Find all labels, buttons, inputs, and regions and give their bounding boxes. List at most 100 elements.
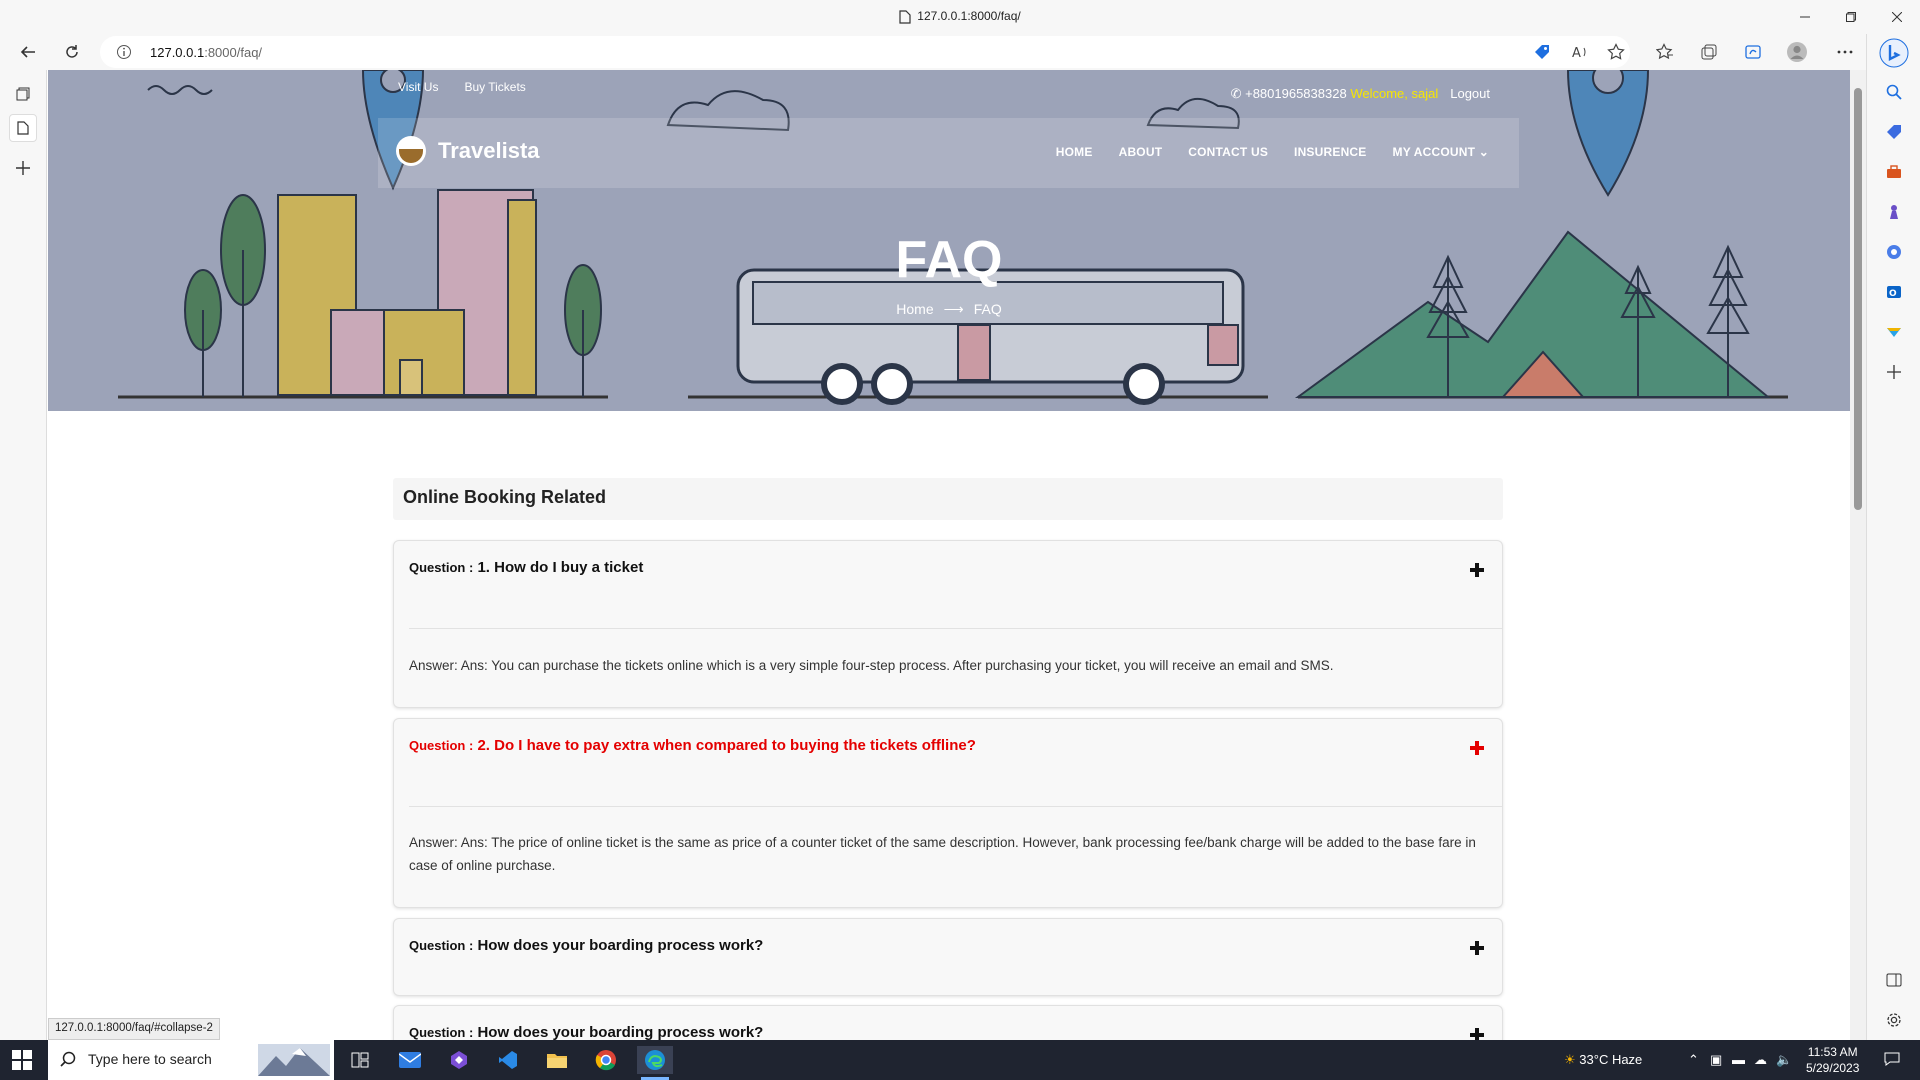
brand-logo[interactable]: Travelista <box>396 136 540 166</box>
more-options-icon[interactable] <box>1833 40 1857 64</box>
notifications-icon[interactable] <box>1884 1052 1900 1066</box>
breadcrumb-current: FAQ <box>973 301 1002 317</box>
sidebar-hide-icon[interactable] <box>1882 968 1906 992</box>
sidebar-office-icon[interactable] <box>1882 240 1906 264</box>
sidebar-shopping-icon[interactable] <box>1882 120 1906 144</box>
question-label: Question : <box>409 938 474 953</box>
expand-plus-icon[interactable] <box>1470 741 1484 755</box>
clock-date: 5/29/2023 <box>1806 1061 1860 1075</box>
mail-app-icon[interactable] <box>392 1046 428 1074</box>
network-icon[interactable]: ▣ <box>1710 1052 1722 1068</box>
question-text: 1. How do I buy a ticket <box>477 559 644 576</box>
close-window-button[interactable] <box>1874 0 1920 34</box>
site-info-icon[interactable] <box>116 44 132 60</box>
logout-link[interactable]: Logout <box>1450 86 1490 102</box>
visit-us-link[interactable]: Visit Us <box>398 80 438 94</box>
onedrive-icon[interactable]: ☁ <box>1754 1052 1767 1068</box>
bing-copilot-icon[interactable] <box>1879 38 1909 68</box>
edge-app-icon[interactable] <box>637 1046 673 1080</box>
faq-item-4: Question : How does your boarding proces… <box>393 1005 1503 1040</box>
sidebar-search-icon[interactable] <box>1882 80 1906 104</box>
sidebar-outlook-icon[interactable]: O <box>1882 280 1906 304</box>
question-text: How does your boarding process work? <box>477 937 764 954</box>
faq-item-1: Question : 1. How do I buy a ticket Answ… <box>393 540 1503 708</box>
url-text: 127.0.0.1:8000/faq/ <box>150 45 263 60</box>
faq-item-3: Question : How does your boarding proces… <box>393 918 1503 996</box>
svg-text:A: A <box>1572 46 1581 61</box>
active-tab-page-icon[interactable] <box>9 114 37 142</box>
question-text: How does your boarding process work? <box>477 1024 764 1040</box>
faq-section-title: Online Booking Related <box>403 487 607 507</box>
visual-studio-icon[interactable] <box>441 1046 477 1074</box>
file-explorer-icon[interactable] <box>539 1046 575 1074</box>
new-tab-plus-icon[interactable] <box>9 154 37 182</box>
nav-insurence[interactable]: INSURENCE <box>1294 145 1366 159</box>
add-favorite-icon[interactable] <box>1604 40 1628 64</box>
page-scrollbar[interactable] <box>1850 70 1866 1040</box>
volume-icon[interactable]: 🔈 <box>1776 1052 1792 1068</box>
chevron-down-icon: ⌄ <box>1478 145 1489 159</box>
faq-question-2[interactable]: Question : 2. Do I have to pay extra whe… <box>409 737 976 754</box>
minimize-button[interactable] <box>1782 0 1828 34</box>
sidebar-games-icon[interactable] <box>1882 200 1906 224</box>
nav-my-account[interactable]: MY ACCOUNT ⌄ <box>1393 145 1489 159</box>
meet-now-icon[interactable]: ▬ <box>1732 1052 1745 1067</box>
weather-text: 33°C Haze <box>1579 1052 1643 1067</box>
address-bar[interactable]: 127.0.0.1:8000/faq/ <box>100 36 1630 68</box>
refresh-button[interactable] <box>58 38 86 66</box>
faq-section-header: Online Booking Related <box>393 478 1503 520</box>
faq-question-4[interactable]: Question : How does your boarding proces… <box>409 1024 763 1040</box>
svg-text:O: O <box>1889 289 1897 299</box>
system-clock[interactable]: 11:53 AM 5/29/2023 <box>1806 1044 1859 1076</box>
sidebar-tools-icon[interactable] <box>1882 160 1906 184</box>
buy-tickets-link[interactable]: Buy Tickets <box>464 80 525 94</box>
windows-start-icon[interactable] <box>12 1050 32 1070</box>
window-title: 127.0.0.1:8000/faq/ <box>0 9 1920 24</box>
nav-menu: HOME ABOUT CONTACT US INSURENCE MY ACCOU… <box>1056 145 1489 159</box>
read-aloud-icon[interactable]: A <box>1568 40 1592 64</box>
faq-question-1[interactable]: Question : 1. How do I buy a ticket <box>409 559 643 576</box>
expand-plus-icon[interactable] <box>1470 563 1484 577</box>
address-toolbar: 127.0.0.1:8000/faq/ A <box>0 34 1920 70</box>
edge-sidebar: O <box>1866 34 1920 1040</box>
chrome-icon[interactable] <box>588 1046 624 1074</box>
phone-icon: ✆ <box>1230 86 1242 101</box>
nav-about[interactable]: ABOUT <box>1119 145 1163 159</box>
sidebar-drop-icon[interactable] <box>1882 320 1906 344</box>
restore-button[interactable] <box>1828 0 1874 34</box>
search-icon <box>60 1051 76 1067</box>
faq-answer-1: Answer: Ans: You can purchase the ticket… <box>409 658 1334 673</box>
tab-actions-icon[interactable] <box>9 80 37 108</box>
back-button[interactable] <box>14 38 42 66</box>
breadcrumb-home[interactable]: Home <box>896 301 933 317</box>
question-text: 2. Do I have to pay extra when compared … <box>477 737 976 754</box>
tag-icon[interactable] <box>1530 40 1554 64</box>
faq-question-3[interactable]: Question : How does your boarding proces… <box>409 937 763 954</box>
expand-plus-icon[interactable] <box>1470 941 1484 955</box>
edge-feature-icon[interactable] <box>1741 40 1765 64</box>
task-view-icon[interactable] <box>342 1046 378 1074</box>
question-label: Question : <box>409 738 474 753</box>
welcome-text: Welcome, sajal <box>1350 86 1439 101</box>
collections-icon[interactable] <box>1697 40 1721 64</box>
weather-widget[interactable]: ☀ 33°C Haze <box>1564 1052 1642 1068</box>
nav-home[interactable]: HOME <box>1056 145 1093 159</box>
logo-icon <box>396 136 426 166</box>
nav-contact-us[interactable]: CONTACT US <box>1188 145 1268 159</box>
vertical-tab-rail <box>0 70 47 1040</box>
sidebar-settings-icon[interactable] <box>1882 1008 1906 1032</box>
favorites-icon[interactable] <box>1653 40 1677 64</box>
expand-plus-icon[interactable] <box>1470 1028 1484 1040</box>
faq-answer-2: Answer: Ans: The price of online ticket … <box>409 835 1476 873</box>
vscode-icon[interactable] <box>490 1046 526 1074</box>
profile-avatar[interactable] <box>1785 40 1809 64</box>
scrollbar-thumb[interactable] <box>1854 88 1862 510</box>
web-page: Visit Us Buy Tickets ✆ +8801965838328 We… <box>48 70 1850 1040</box>
search-highlight-image <box>258 1044 330 1076</box>
divider <box>409 628 1502 629</box>
taskbar-search-box[interactable]: Type here to search <box>48 1040 334 1080</box>
sidebar-add-icon[interactable] <box>1882 360 1906 384</box>
breadcrumb: Home ⟶ FAQ <box>48 301 1850 318</box>
tray-chevron-up-icon[interactable]: ⌃ <box>1688 1052 1699 1068</box>
top-links: Visit Us Buy Tickets <box>398 80 526 94</box>
